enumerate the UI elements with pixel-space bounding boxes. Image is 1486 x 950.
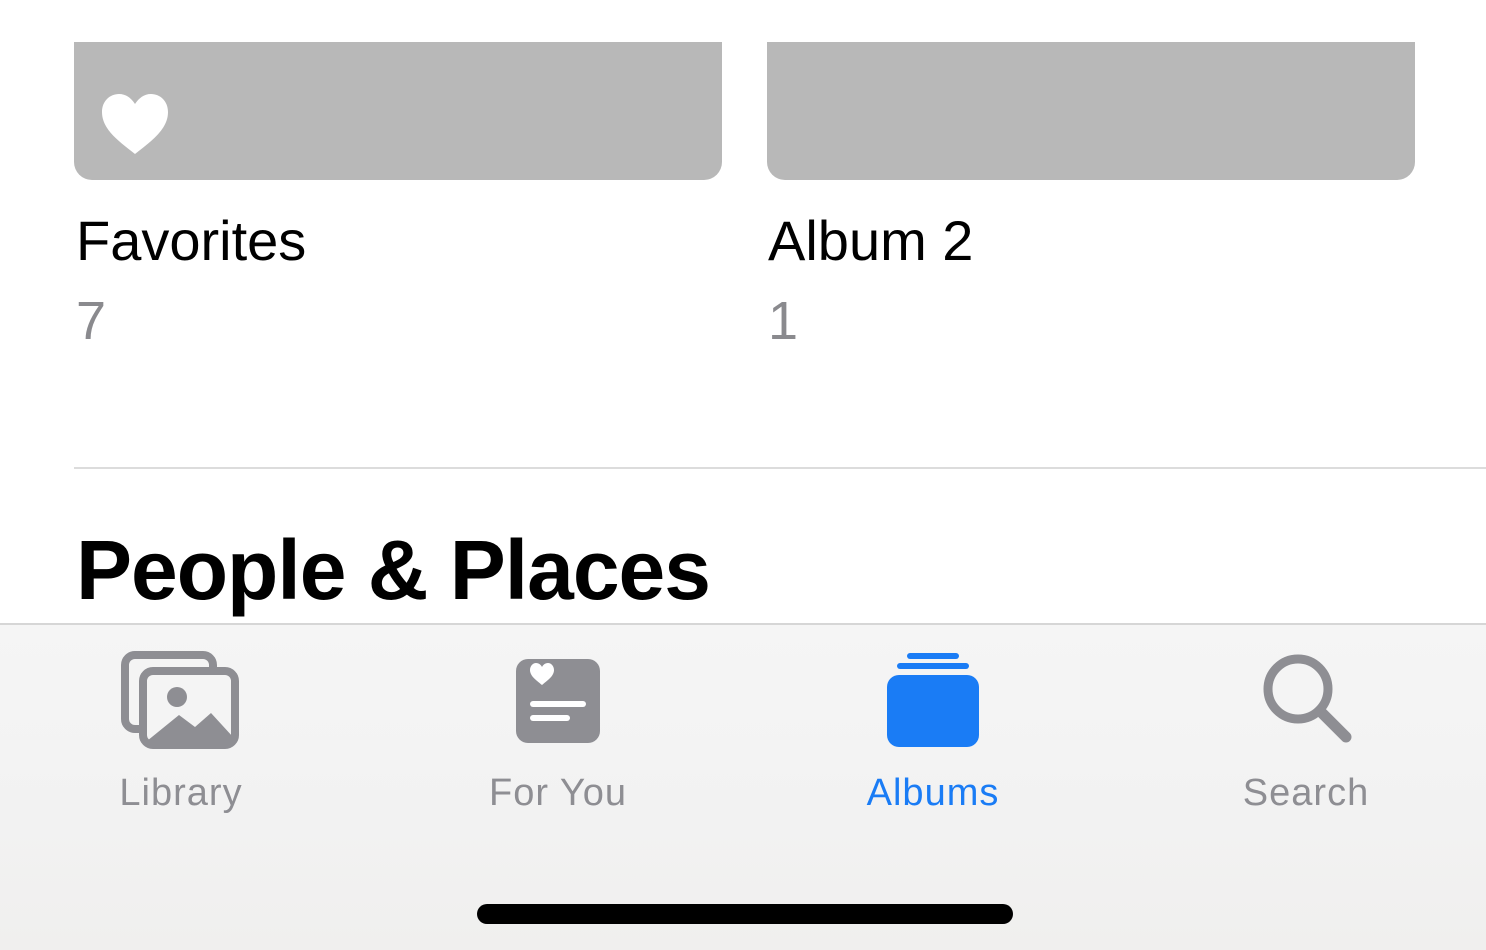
section-heading-people-places: People & Places <box>76 523 711 617</box>
album-thumbnail-album-2[interactable] <box>767 42 1415 180</box>
photos-albums-screen: Favorites 7 Album 2 1 People & Places Li… <box>0 0 1486 950</box>
album-count-favorites: 7 <box>76 291 107 351</box>
album-title-album-2[interactable]: Album 2 <box>768 206 973 276</box>
album-title-favorites[interactable]: Favorites <box>76 206 306 276</box>
album-thumbnail-favorites[interactable] <box>74 42 722 180</box>
home-indicator[interactable] <box>477 904 1013 924</box>
for-you-icon <box>516 659 600 743</box>
tab-search[interactable]: Search <box>1156 645 1456 835</box>
section-divider <box>74 467 1486 469</box>
library-photos-icon <box>121 651 239 749</box>
albums-stack-icon <box>887 653 979 747</box>
tab-albums[interactable]: Albums <box>783 645 1083 835</box>
tab-library[interactable]: Library <box>31 645 331 835</box>
tab-label-search: Search <box>1242 772 1370 814</box>
tab-label-for-you: For You <box>489 772 627 814</box>
tab-for-you[interactable]: For You <box>408 645 708 835</box>
tab-label-albums: Albums <box>866 772 1000 814</box>
tab-label-library: Library <box>119 772 243 814</box>
heart-icon <box>102 94 168 154</box>
tab-bar: Library For You Albums Search <box>0 623 1486 950</box>
search-icon <box>1263 654 1352 743</box>
album-count-album-2: 1 <box>768 291 799 351</box>
